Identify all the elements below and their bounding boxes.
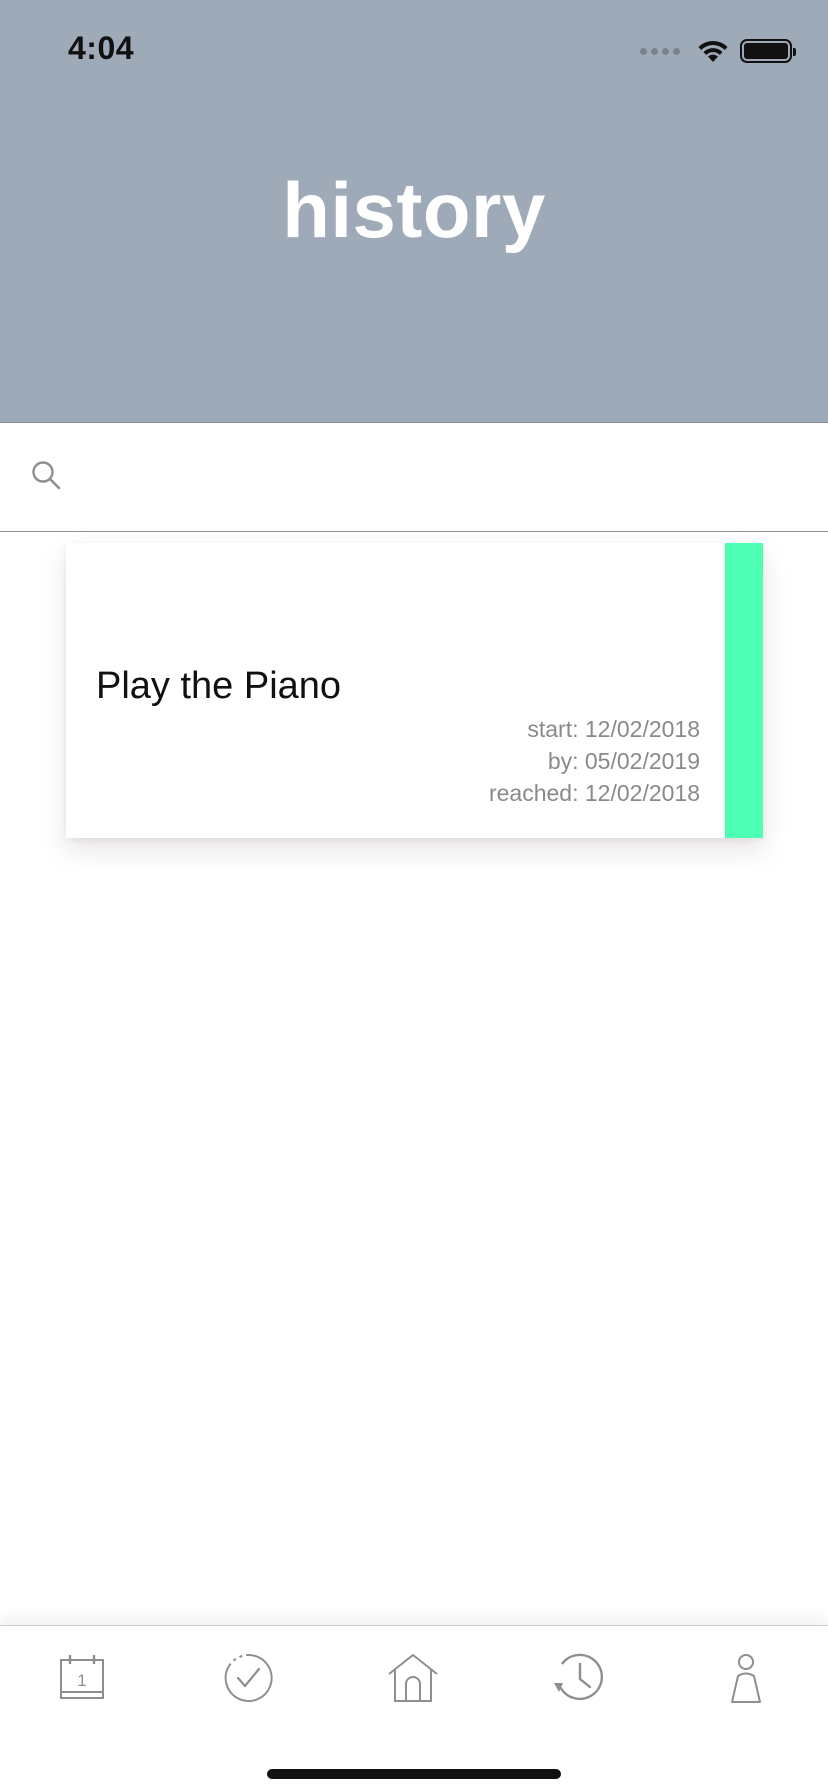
cellular-signal-icon xyxy=(640,47,680,55)
history-screen: 4:04 history Play the Piano start: 12/02… xyxy=(0,0,828,1792)
tab-history[interactable] xyxy=(549,1648,609,1708)
goal-status-accent xyxy=(725,543,763,838)
header: 4:04 history xyxy=(0,0,828,422)
status-icons xyxy=(640,36,796,66)
goal-reached-date: reached: 12/02/2018 xyxy=(488,780,700,806)
search-bar[interactable] xyxy=(0,422,828,532)
goal-by-date: by: 05/02/2019 xyxy=(547,748,700,774)
tab-calendar[interactable]: 1 xyxy=(52,1648,112,1708)
calendar-icon: 1 xyxy=(60,1655,104,1699)
tab-home[interactable] xyxy=(383,1648,443,1708)
history-clock-icon xyxy=(554,1653,604,1701)
goal-card[interactable]: Play the Piano start: 12/02/2018 by: 05/… xyxy=(66,543,763,838)
tab-bar: 1 xyxy=(0,1625,828,1792)
goal-dates: start: 12/02/2018 by: 05/02/2019 reached… xyxy=(489,713,700,809)
tab-profile[interactable] xyxy=(716,1648,776,1708)
tab-completed[interactable] xyxy=(218,1648,278,1708)
person-icon xyxy=(731,1654,761,1703)
goal-title: Play the Piano xyxy=(96,665,342,707)
page-title: history xyxy=(282,166,546,254)
battery-icon xyxy=(740,39,796,63)
calendar-day-number: 1 xyxy=(77,1671,86,1690)
home-indicator[interactable] xyxy=(267,1769,561,1779)
search-icon xyxy=(32,461,61,490)
wifi-icon xyxy=(698,40,728,62)
goal-start-date: start: 12/02/2018 xyxy=(527,716,700,742)
home-icon xyxy=(388,1654,438,1702)
check-circle-icon xyxy=(224,1653,273,1702)
status-time: 4:04 xyxy=(68,30,135,66)
search-input[interactable] xyxy=(80,447,804,509)
